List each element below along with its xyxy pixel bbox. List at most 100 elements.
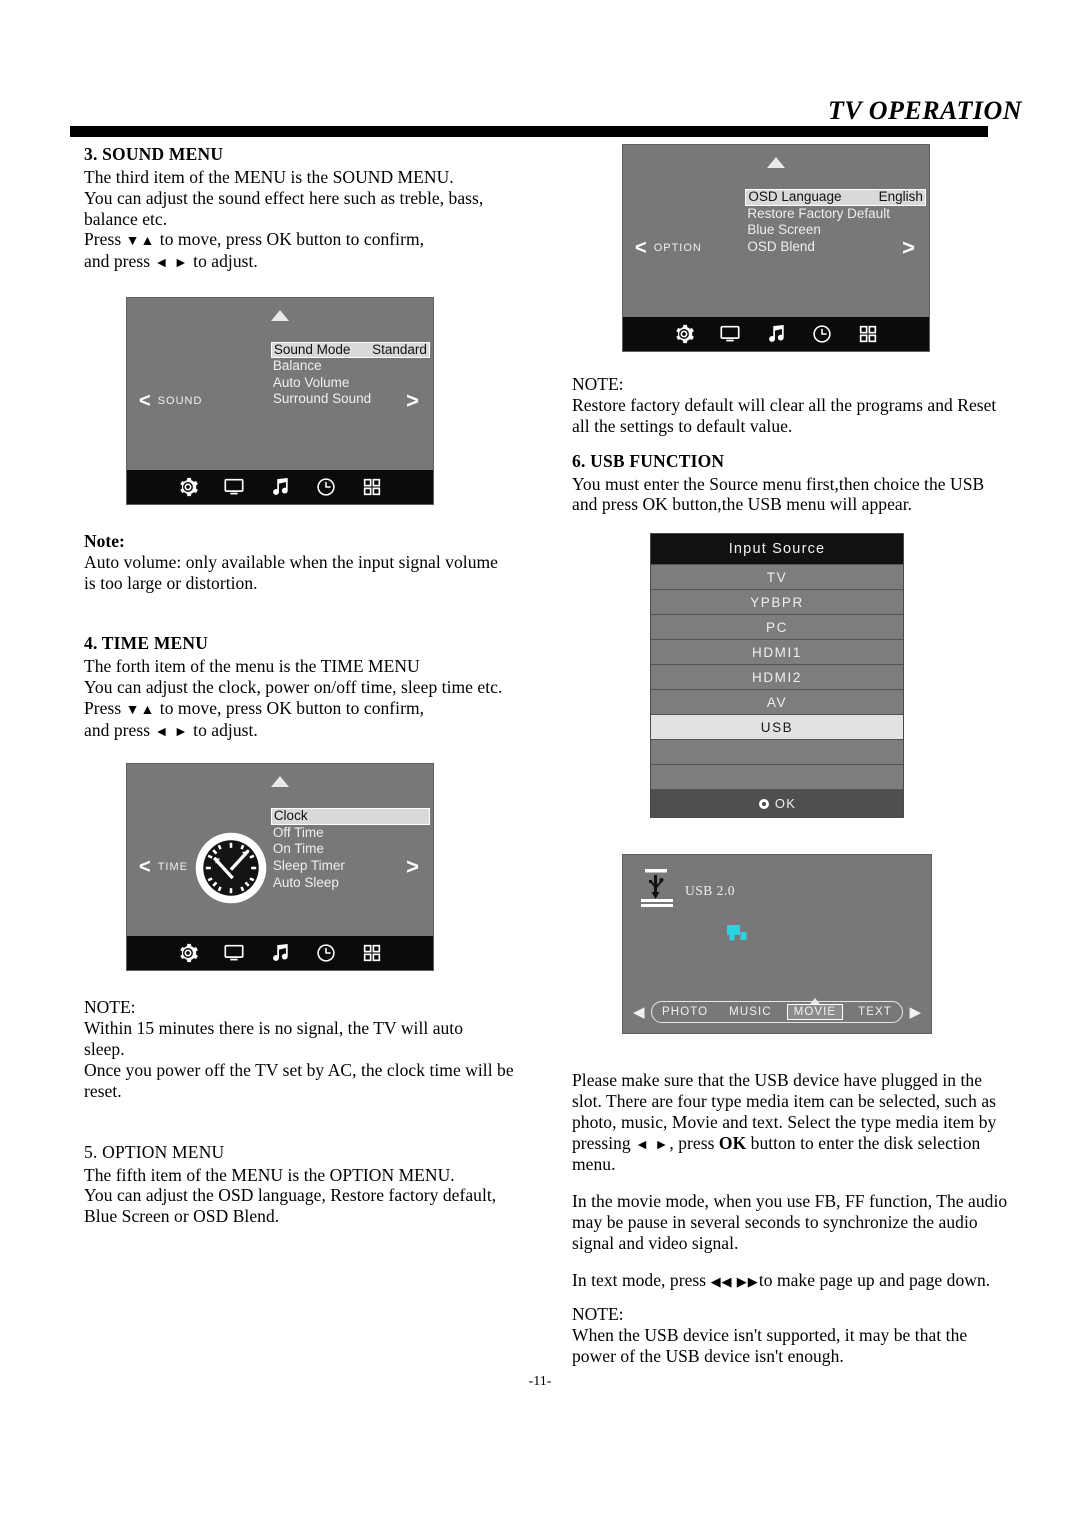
time-osd-left-nav[interactable]: < TIME	[139, 857, 188, 877]
osd-item-sound-mode[interactable]: Sound Mode Standard	[270, 341, 430, 359]
osd-item-restore-factory-default[interactable]: Restore Factory Default	[745, 206, 926, 223]
osd-item-osd-language[interactable]: OSD Language English	[745, 189, 926, 206]
music-note-icon[interactable]	[765, 323, 787, 345]
header-rule	[70, 126, 988, 137]
osd-item-label: Surround Sound	[272, 391, 372, 407]
option-osd-left-nav[interactable]: < OPTION	[635, 238, 702, 258]
osd-item-label: Restore Factory Default	[747, 205, 890, 221]
osd-item-label: Balance	[272, 358, 322, 374]
option-osd-item-list: OSD Language English Restore Factory Def…	[745, 189, 926, 255]
osd-item-osd-blend[interactable]: OSD Blend	[745, 239, 926, 256]
time-menu-press-line-1: Press ▼▲ to move, press OK button to con…	[84, 698, 504, 720]
grid-icon[interactable]	[361, 942, 383, 964]
osd-item-off-time[interactable]: Off Time	[271, 825, 430, 842]
time-menu-heading: 4. TIME MENU	[84, 633, 209, 654]
clock-icon[interactable]	[315, 942, 337, 964]
input-source-row-pc[interactable]: PC	[651, 614, 903, 640]
chevron-right-icon[interactable]: >	[406, 389, 419, 412]
option-osd-screenshot: OSD Language English Restore Factory Def…	[622, 144, 930, 352]
time-note-text-1: Within 15 minutes there is no signal, th…	[84, 1018, 464, 1060]
time-note-text-2: Once you power off the TV set by AC, the…	[84, 1059, 514, 1101]
input-source-row-usb[interactable]: USB	[651, 714, 903, 740]
input-source-row-tv[interactable]: TV	[651, 564, 903, 590]
time-press-mid: to move, press OK button to confirm,	[159, 698, 425, 718]
music-note-icon[interactable]	[269, 942, 291, 964]
chevron-left-icon: <	[139, 856, 152, 879]
osd-item-label: Clock	[273, 808, 308, 824]
osd-item-label: Blue Screen	[747, 222, 821, 238]
usb-media-screen: USB 2.0 ◀ PHOTO MUSIC MOVIE TEXT ▶	[622, 854, 932, 1035]
sound-osd-screenshot: Sound Mode Standard Balance Auto Volume …	[126, 296, 434, 505]
osd-item-clock[interactable]: Clock	[270, 808, 430, 825]
sound-menu-para-1: The third item of the MENU is the SOUND …	[84, 167, 454, 187]
sound-osd-label: SOUND	[157, 394, 203, 407]
monitor-icon[interactable]	[223, 942, 245, 964]
osd-up-arrow-icon	[271, 309, 289, 321]
media-prev-arrow-icon[interactable]: ◀	[633, 1005, 645, 1020]
gear-icon[interactable]	[177, 942, 199, 964]
media-type-pill: PHOTO MUSIC MOVIE TEXT	[650, 1001, 904, 1024]
media-item-text[interactable]: TEXT	[852, 1005, 898, 1019]
usb-function-heading: 6. USB FUNCTION	[572, 450, 725, 471]
chevron-right-icon[interactable]: >	[902, 237, 915, 259]
grid-icon[interactable]	[857, 323, 879, 345]
input-source-row-ypbpr[interactable]: YPBPR	[651, 589, 903, 615]
osd-item-label: On Time	[272, 841, 324, 857]
usb-note-para-2: In the movie mode, when you use FB, FF f…	[572, 1191, 1008, 1253]
media-item-movie[interactable]: MOVIE	[786, 1004, 844, 1021]
usb-note-heading: NOTE:	[572, 1304, 624, 1325]
input-source-row-hdmi1[interactable]: HDMI1	[651, 639, 903, 665]
time-osd-bottom-bar	[127, 936, 433, 971]
usb-note-para-1c: button to enter the disk selection menu.	[572, 1132, 981, 1175]
input-source-row-hdmi2[interactable]: HDMI2	[651, 664, 903, 690]
usb-drive-icon	[727, 925, 747, 941]
up-down-arrows-icon: ▼▲	[125, 234, 156, 250]
time-note-heading: NOTE:	[84, 997, 136, 1018]
media-item-photo[interactable]: PHOTO	[656, 1005, 714, 1019]
media-next-arrow-icon[interactable]: ▶	[909, 1005, 921, 1020]
sound-press-mid: to move, press OK button to confirm,	[159, 229, 425, 250]
monitor-icon[interactable]	[719, 323, 741, 345]
input-source-ok-bar[interactable]: OK	[651, 789, 903, 818]
left-column: 3. SOUND MENU The third item of the MENU…	[84, 144, 514, 1227]
osd-item-label: Sleep Timer	[272, 858, 345, 874]
page-number: -11-	[528, 1374, 552, 1389]
sound-note-text: Auto volume: only available when the inp…	[84, 551, 498, 593]
time-menu-press-line-2: and press ◄ ► to adjust.	[84, 720, 504, 742]
grid-icon[interactable]	[361, 476, 383, 498]
sound-menu-heading: 3. SOUND MENU	[84, 144, 224, 164]
sound-osd-bottom-bar	[127, 469, 433, 504]
time-osd-label: TIME	[157, 861, 188, 874]
option-menu-para-1: The fifth item of the MENU is the OPTION…	[84, 1164, 455, 1185]
clock-icon[interactable]	[315, 476, 337, 498]
clock-icon[interactable]	[811, 323, 833, 345]
usb-function-para-1: You must enter the Source menu first,the…	[572, 473, 985, 515]
osd-item-balance[interactable]: Balance	[271, 358, 430, 375]
music-note-icon[interactable]	[269, 476, 291, 498]
left-right-arrows-icon: ◄ ►	[154, 724, 189, 740]
time-osd-screenshot: Clock Off Time On Time Sleep Timer Auto …	[126, 763, 434, 972]
sound-menu-press-line-2: and press ◄ ► to adjust.	[84, 251, 504, 273]
time-press-prefix: Press	[84, 698, 122, 718]
gear-icon[interactable]	[177, 476, 199, 498]
sound-osd-left-nav[interactable]: < SOUND	[139, 391, 202, 411]
gear-icon[interactable]	[673, 323, 695, 345]
input-source-ok-label: OK	[774, 796, 797, 812]
input-source-row-av[interactable]: AV	[651, 689, 903, 715]
chevron-left-icon: <	[139, 389, 152, 412]
osd-item-label: Auto Sleep	[272, 874, 339, 890]
sound-press-prefix: Press	[84, 229, 122, 250]
sound-note-heading: Note:	[84, 530, 125, 551]
input-source-menu: Input Source TV YPBPR PC HDMI1 HDMI2 AV …	[650, 533, 904, 819]
osd-item-blue-screen[interactable]: Blue Screen	[745, 222, 926, 239]
osd-item-label: Auto Volume	[272, 374, 350, 390]
media-item-music[interactable]: MUSIC	[723, 1005, 778, 1019]
usb-note-para-1: Please make sure that the USB device hav…	[572, 1070, 1012, 1175]
monitor-icon[interactable]	[223, 476, 245, 498]
input-source-row-empty-1	[651, 739, 903, 765]
option-note-text: Restore factory default will clear all t…	[572, 395, 997, 436]
manual-page: TV OPERATION 3. SOUND MENU The third ite…	[0, 0, 1080, 1513]
chevron-right-icon[interactable]: >	[406, 856, 419, 878]
osd-item-label: OSD Language	[748, 189, 842, 204]
sound-menu-press-line-1: Press ▼▲ to move, press OK button to con…	[84, 229, 504, 251]
